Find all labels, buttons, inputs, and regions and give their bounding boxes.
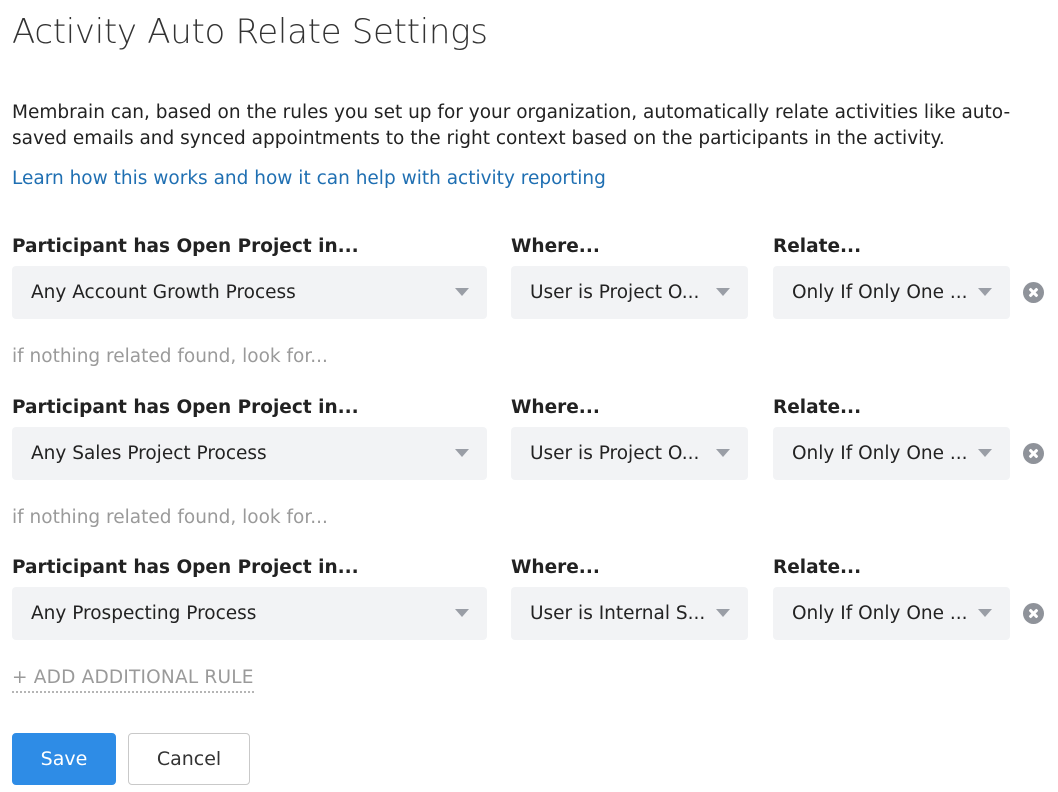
chevron-down-icon — [978, 609, 992, 617]
select-value: User is Project O... — [530, 282, 700, 303]
add-rule-link[interactable]: + ADD ADDITIONAL RULE — [12, 665, 254, 693]
close-circle-icon[interactable] — [1023, 443, 1044, 464]
help-link[interactable]: Learn how this works and how it can help… — [12, 166, 606, 192]
relate-column-label: Relate... — [773, 236, 862, 257]
project-process-select[interactable]: Any Sales Project Process — [12, 427, 487, 480]
select-value: Any Prospecting Process — [31, 603, 257, 624]
relate-column-label: Relate... — [773, 557, 862, 578]
chevron-down-icon — [455, 609, 469, 617]
relate-column-label: Relate... — [773, 397, 862, 418]
save-button[interactable]: Save — [12, 733, 116, 785]
cancel-button[interactable]: Cancel — [128, 733, 250, 785]
where-condition-select[interactable]: User is Internal S... — [511, 587, 748, 640]
project-column-label: Participant has Open Project in... — [12, 557, 359, 578]
relate-option-select[interactable]: Only If Only One ... — [773, 587, 1010, 640]
chevron-down-icon — [978, 449, 992, 457]
project-process-select[interactable]: Any Account Growth Process — [12, 266, 487, 319]
select-value: User is Internal S... — [530, 603, 704, 624]
fallback-text: if nothing related found, look for... — [12, 507, 328, 528]
project-process-select[interactable]: Any Prospecting Process — [12, 587, 487, 640]
select-value: Only If Only One ... — [792, 443, 966, 464]
project-column-label: Participant has Open Project in... — [12, 397, 359, 418]
close-circle-icon[interactable] — [1023, 282, 1044, 303]
where-condition-select[interactable]: User is Project O... — [511, 266, 748, 319]
select-value: User is Project O... — [530, 443, 700, 464]
relate-option-select[interactable]: Only If Only One ... — [773, 266, 1010, 319]
select-value: Only If Only One ... — [792, 603, 966, 624]
close-circle-icon[interactable] — [1023, 603, 1044, 624]
chevron-down-icon — [716, 449, 730, 457]
select-value: Any Sales Project Process — [31, 443, 267, 464]
chevron-down-icon — [978, 288, 992, 296]
where-column-label: Where... — [511, 557, 600, 578]
project-column-label: Participant has Open Project in... — [12, 236, 359, 257]
relate-option-select[interactable]: Only If Only One ... — [773, 427, 1010, 480]
chevron-down-icon — [455, 449, 469, 457]
where-column-label: Where... — [511, 236, 600, 257]
select-value: Any Account Growth Process — [31, 282, 296, 303]
rule-row-3: Participant has Open Project in... Where… — [12, 555, 1052, 655]
select-value: Only If Only One ... — [792, 282, 966, 303]
where-column-label: Where... — [511, 397, 600, 418]
page-title: Activity Auto Relate Settings — [12, 12, 488, 52]
chevron-down-icon — [716, 609, 730, 617]
where-condition-select[interactable]: User is Project O... — [511, 427, 748, 480]
chevron-down-icon — [455, 288, 469, 296]
page-description: Membrain can, based on the rules you set… — [12, 102, 1011, 149]
chevron-down-icon — [716, 288, 730, 296]
fallback-text: if nothing related found, look for... — [12, 346, 328, 367]
rule-row-1: Participant has Open Project in... Where… — [12, 234, 1052, 334]
rule-row-2: Participant has Open Project in... Where… — [12, 395, 1052, 495]
